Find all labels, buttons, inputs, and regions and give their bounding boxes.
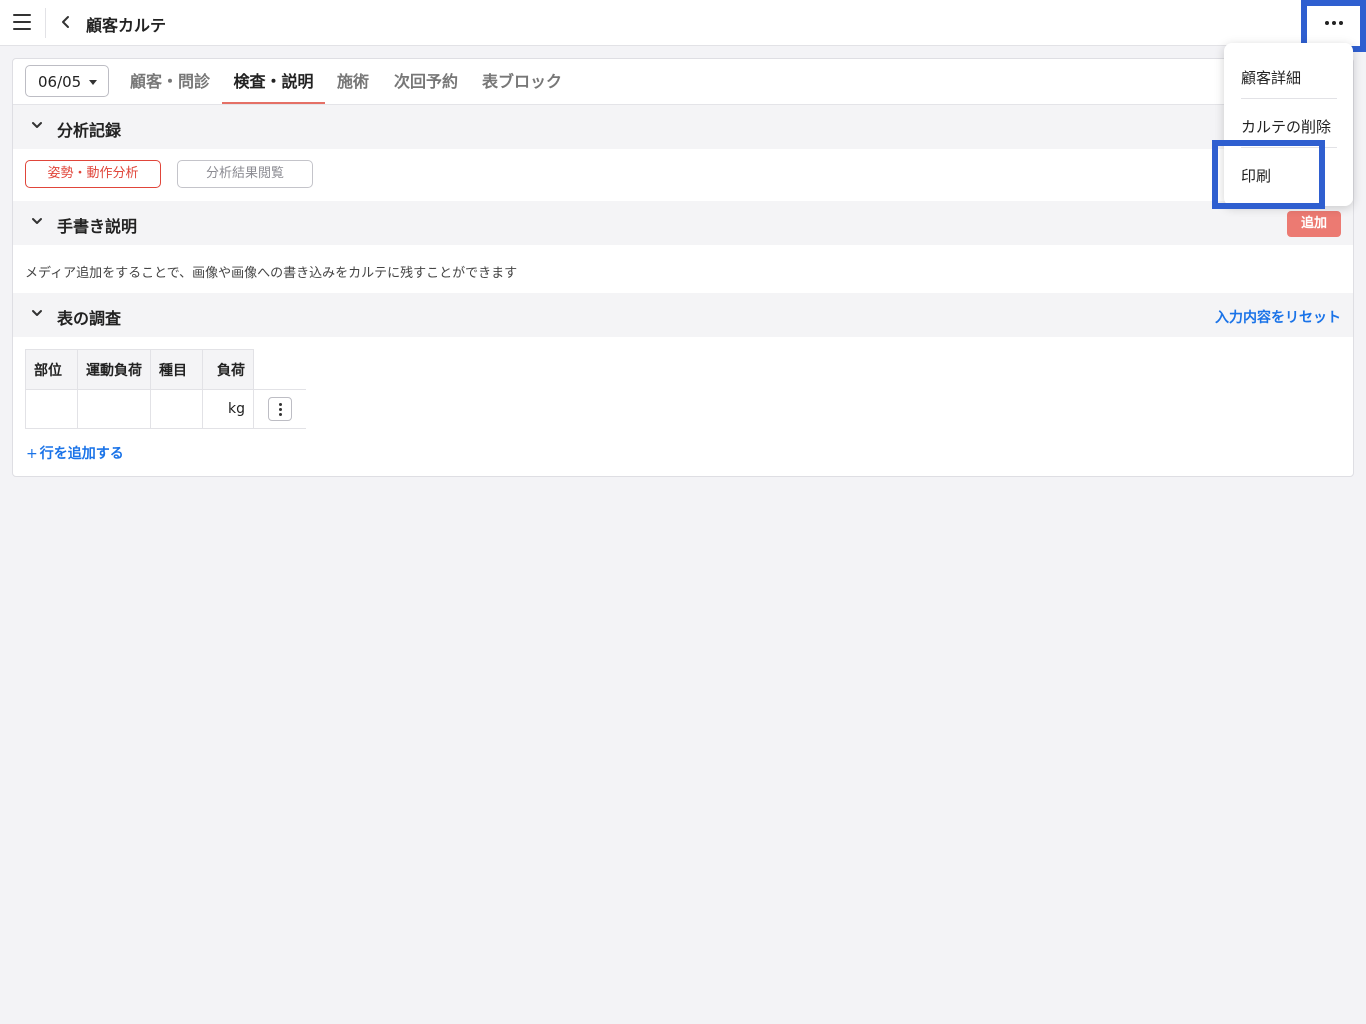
table-cell-exercise-load[interactable] — [77, 389, 151, 429]
column-header: 部位 — [25, 349, 78, 390]
caret-down-icon — [89, 80, 97, 85]
menu-item-customer-details[interactable]: 顧客詳細 — [1241, 67, 1301, 88]
more-dots-icon — [1325, 21, 1343, 25]
hamburger-menu-icon[interactable] — [13, 14, 31, 30]
posture-analysis-button[interactable]: 姿勢・動作分析 — [25, 160, 161, 188]
plus-icon: + — [26, 446, 38, 462]
analysis-section-header[interactable]: 分析記録 — [13, 105, 1353, 149]
table-cell-actions — [253, 389, 306, 429]
tab-exam-explanation[interactable]: 検査・説明 — [222, 59, 325, 104]
tab-next-appointment[interactable]: 次回予約 — [393, 59, 459, 104]
add-media-button[interactable]: 追加 — [1287, 211, 1341, 237]
menu-item-print[interactable]: 印刷 — [1241, 165, 1271, 186]
column-header: 種目 — [150, 349, 203, 390]
date-select[interactable]: 06/05 — [25, 65, 109, 97]
reset-input-link[interactable]: 入力内容をリセット — [1215, 307, 1341, 327]
table-cell-exercise-type[interactable] — [150, 389, 203, 429]
handwritten-section-title: 手書き説明 — [57, 217, 138, 236]
row-options-button[interactable] — [267, 397, 292, 421]
add-row-label: 行を追加する — [39, 446, 124, 462]
chevron-down-icon — [32, 122, 42, 128]
chevron-down-icon — [32, 218, 42, 224]
back-chevron-icon[interactable] — [59, 13, 73, 31]
tab-customer-interview[interactable]: 顧客・問診 — [129, 59, 211, 104]
date-select-value: 06/05 — [38, 73, 82, 91]
analysis-section-title: 分析記録 — [57, 121, 122, 140]
record-card: 06/05 顧客・問診 検査・説明 施術 次回予約 表ブロック 分析記録 姿勢・… — [12, 58, 1354, 477]
page-title: 顧客カルテ — [86, 16, 167, 35]
chevron-down-icon — [32, 310, 42, 316]
analysis-results-button[interactable]: 分析結果閲覧 — [177, 160, 313, 188]
menu-divider — [1241, 98, 1337, 99]
handwritten-description: メディア追加をすることで、画像や画像への書き込みをカルテに残すことができます — [25, 266, 518, 281]
column-header: 負荷 — [202, 349, 254, 390]
handwritten-section-header[interactable]: 手書き説明 — [13, 201, 1353, 245]
table-cell-load[interactable]: kg — [202, 389, 254, 429]
more-options-dropdown: 顧客詳細 カルテの削除 印刷 — [1224, 43, 1353, 206]
tabs-row: 06/05 顧客・問診 検査・説明 施術 次回予約 表ブロック — [13, 59, 1353, 105]
top-bar-divider — [45, 8, 46, 38]
survey-section-header[interactable]: 表の調査 — [13, 293, 1353, 337]
tab-table-block[interactable]: 表ブロック — [481, 59, 563, 104]
table-cell-part[interactable] — [25, 389, 78, 429]
menu-divider — [1241, 147, 1337, 148]
actions-column-header — [253, 349, 306, 390]
survey-table: 部位 運動負荷 種目 負荷 kg — [25, 349, 306, 429]
add-row-button[interactable]: + 行を追加する — [26, 443, 124, 463]
column-header: 運動負荷 — [77, 349, 151, 390]
table-row: kg — [25, 389, 306, 429]
load-unit: kg — [228, 401, 245, 417]
menu-item-delete-record[interactable]: カルテの削除 — [1241, 116, 1331, 137]
table-header-row: 部位 運動負荷 種目 負荷 — [25, 349, 306, 390]
top-bar: 顧客カルテ — [0, 0, 1366, 46]
tab-treatment[interactable]: 施術 — [335, 59, 371, 104]
survey-section-title: 表の調査 — [57, 309, 122, 328]
